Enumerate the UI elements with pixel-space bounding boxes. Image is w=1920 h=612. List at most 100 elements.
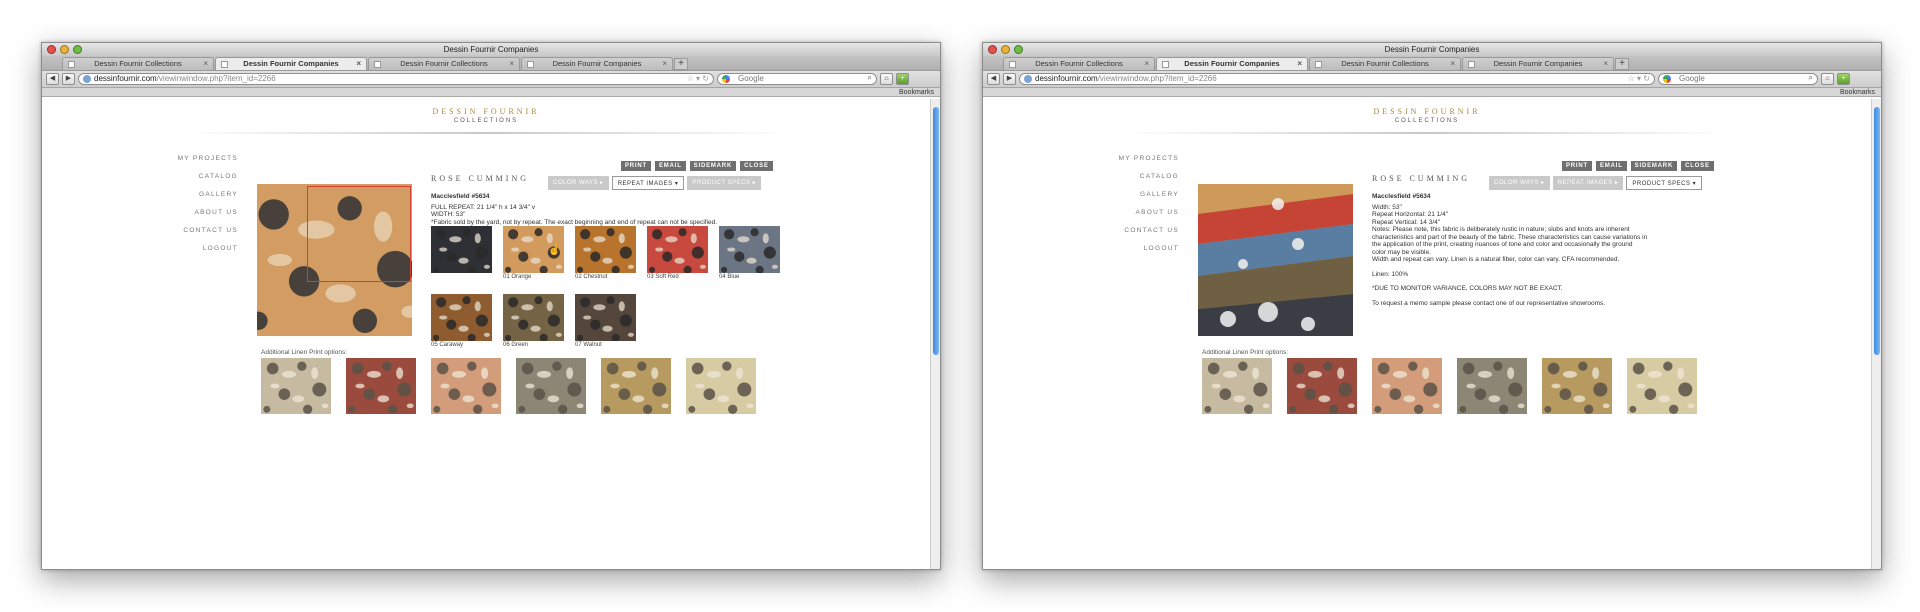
close-window-button[interactable]	[47, 45, 56, 54]
extension-icon[interactable]: +	[896, 73, 909, 85]
tab-repeat-images[interactable]: REPEAT IMAGES ▾	[611, 176, 685, 190]
minimize-window-button[interactable]	[1001, 45, 1010, 54]
email-button[interactable]: EMAIL	[1596, 161, 1627, 171]
nav-link-contact-us[interactable]: CONTACT US	[1083, 227, 1179, 245]
product-name: Macclesfield #5634	[1372, 193, 1431, 200]
tab-color-ways[interactable]: COLOR WAYS ▸	[1489, 176, 1550, 190]
close-tab-icon[interactable]: ×	[1603, 58, 1608, 70]
additional-option-thumbnail[interactable]	[1372, 356, 1442, 416]
site-logo[interactable]: DESSIN FOURNIR COLLECTIONS	[983, 107, 1871, 124]
additional-option-thumbnail[interactable]	[516, 356, 586, 416]
tab-product-specs[interactable]: PRODUCT SPECS ▾	[1626, 176, 1703, 190]
close-tab-icon[interactable]: ×	[1144, 58, 1149, 70]
colorway-swatch[interactable]	[431, 224, 492, 275]
bookmark-star-icon[interactable]: ☆ ▾ ↻	[687, 74, 709, 84]
additional-option-thumbnail[interactable]	[261, 356, 331, 416]
close-tab-icon[interactable]: ×	[356, 58, 361, 70]
colorway-swatch[interactable]: 03 Soft Red	[647, 224, 708, 280]
sidemark-button[interactable]: SIDEMARK	[689, 161, 737, 171]
scrollbar-thumb[interactable]	[933, 107, 939, 355]
bookmarks-menu[interactable]: Bookmarks	[1840, 89, 1875, 96]
minimize-window-button[interactable]	[60, 45, 69, 54]
new-tab-button[interactable]: +	[674, 58, 688, 70]
browser-tab[interactable]: Dessin Fournir Companies ×	[1156, 57, 1308, 70]
close-button[interactable]: CLOSE	[740, 161, 773, 171]
additional-option-thumbnail[interactable]	[1457, 356, 1527, 416]
print-button[interactable]: PRINT	[621, 161, 651, 171]
back-button[interactable]: ◀	[987, 73, 1000, 85]
nav-link-contact-us[interactable]: CONTACT US	[142, 227, 238, 245]
home-button[interactable]: ⌂	[1821, 73, 1834, 85]
nav-link-catalog[interactable]: CATALOG	[1083, 173, 1179, 191]
additional-option-thumbnail[interactable]	[1287, 356, 1357, 416]
browser-tab[interactable]: Dessin Fournir Companies ×	[1462, 57, 1614, 70]
search-icon[interactable]: ⌕	[1809, 73, 1813, 83]
home-button[interactable]: ⌂	[880, 73, 893, 85]
browser-tab[interactable]: Dessin Fournir Collections ×	[62, 57, 214, 70]
colorway-swatch[interactable]: 04 Blue	[719, 224, 780, 280]
additional-option-thumbnail[interactable]	[431, 356, 501, 416]
browser-tab[interactable]: Dessin Fournir Companies ×	[521, 57, 673, 70]
nav-link-logout[interactable]: LOGOUT	[1083, 245, 1179, 263]
browser-tab[interactable]: Dessin Fournir Collections ×	[1003, 57, 1155, 70]
forward-button[interactable]: ▶	[1003, 73, 1016, 85]
site-logo[interactable]: DESSIN FOURNIR COLLECTIONS	[42, 107, 930, 124]
close-tab-icon[interactable]: ×	[662, 58, 667, 70]
additional-option-thumbnail[interactable]	[346, 356, 416, 416]
product-name: Macclesfield #5634	[431, 193, 490, 200]
nav-link-gallery[interactable]: GALLERY	[142, 191, 238, 209]
additional-option-thumbnail[interactable]	[1627, 356, 1697, 416]
additional-option-thumbnail[interactable]	[1202, 356, 1272, 416]
bookmarks-menu[interactable]: Bookmarks	[899, 89, 934, 96]
browser-tab[interactable]: Dessin Fournir Companies ×	[215, 57, 367, 70]
zoom-window-button[interactable]	[1014, 45, 1023, 54]
nav-link-catalog[interactable]: CATALOG	[142, 173, 238, 191]
close-tab-icon[interactable]: ×	[509, 58, 514, 70]
url-bar[interactable]: dessinfournir.com/viewinwindow.php?item_…	[78, 73, 714, 85]
close-tab-icon[interactable]: ×	[1297, 58, 1302, 70]
scrollbar-thumb[interactable]	[1874, 107, 1880, 355]
action-buttons: PRINT EMAIL SIDEMARK CLOSE	[1562, 161, 1714, 171]
search-input[interactable]: Google ⌕	[717, 73, 877, 85]
browser-tab[interactable]: Dessin Fournir Collections ×	[368, 57, 520, 70]
nav-link-my-projects[interactable]: MY PROJECTS	[142, 155, 238, 173]
search-icon[interactable]: ⌕	[868, 73, 872, 83]
bookmarks-bar: Bookmarks	[42, 88, 940, 97]
close-window-button[interactable]	[988, 45, 997, 54]
scrollbar[interactable]	[1871, 99, 1881, 569]
additional-option-thumbnail[interactable]	[601, 356, 671, 416]
zoom-window-button[interactable]	[73, 45, 82, 54]
nav-link-my-projects[interactable]: MY PROJECTS	[1083, 155, 1179, 173]
nav-link-about-us[interactable]: ABOUT US	[1083, 209, 1179, 227]
mouse-cursor-icon: ☝	[548, 245, 561, 256]
sidemark-button[interactable]: SIDEMARK	[1630, 161, 1678, 171]
new-tab-button[interactable]: +	[1615, 58, 1629, 70]
tab-product-specs[interactable]: PRODUCT SPECS ▸	[687, 176, 762, 190]
colorway-swatch[interactable]: 02 Chestnut	[575, 224, 636, 280]
nav-link-about-us[interactable]: ABOUT US	[142, 209, 238, 227]
additional-option-thumbnail[interactable]	[686, 356, 756, 416]
url-bar[interactable]: dessinfournir.com/viewinwindow.php?item_…	[1019, 73, 1655, 85]
swatch-label: 04 Blue	[719, 274, 740, 280]
back-button[interactable]: ◀	[46, 73, 59, 85]
bookmark-star-icon[interactable]: ☆ ▾ ↻	[1628, 74, 1650, 84]
extension-icon[interactable]: +	[1837, 73, 1850, 85]
tab-repeat-images[interactable]: REPEAT IMAGES ▸	[1552, 176, 1624, 190]
print-button[interactable]: PRINT	[1562, 161, 1592, 171]
forward-button[interactable]: ▶	[62, 73, 75, 85]
additional-option-thumbnail[interactable]	[1542, 356, 1612, 416]
scrollbar[interactable]	[930, 99, 940, 569]
close-tab-icon[interactable]: ×	[203, 58, 208, 70]
nav-link-logout[interactable]: LOGOUT	[142, 245, 238, 263]
search-input[interactable]: Google ⌕	[1658, 73, 1818, 85]
browser-tab[interactable]: Dessin Fournir Collections ×	[1309, 57, 1461, 70]
colorway-swatch[interactable]: 07 Walnut	[575, 292, 636, 348]
close-button[interactable]: CLOSE	[1681, 161, 1714, 171]
colorway-swatch[interactable]: 06 Green	[503, 292, 564, 348]
tab-color-ways[interactable]: COLOR WAYS ▸	[548, 176, 609, 190]
colorway-swatch[interactable]: 05 Caraway	[431, 292, 492, 348]
email-button[interactable]: EMAIL	[655, 161, 686, 171]
nav-link-gallery[interactable]: GALLERY	[1083, 191, 1179, 209]
close-tab-icon[interactable]: ×	[1450, 58, 1455, 70]
window-controls	[47, 45, 82, 54]
